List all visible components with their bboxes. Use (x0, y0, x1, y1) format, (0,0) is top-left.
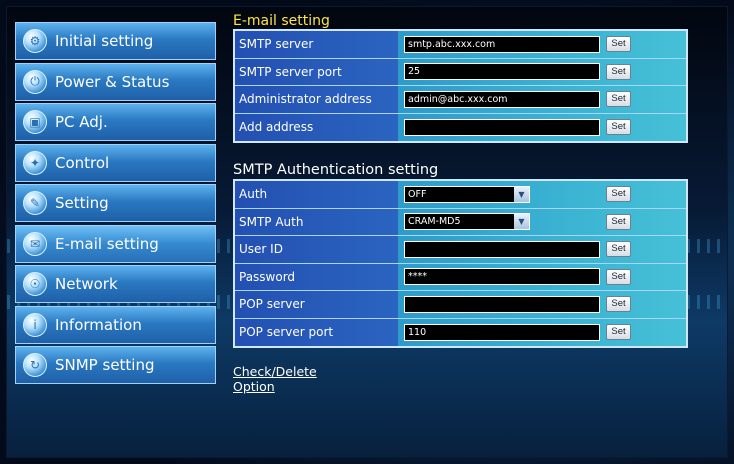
control-icon: ✦ (23, 150, 47, 175)
table-row: SMTP Auth CRAM-MD5 ▼ Set (235, 208, 686, 236)
sidebar-item-label: Power & Status (55, 72, 170, 91)
chevron-down-icon[interactable]: ▼ (514, 214, 529, 230)
pop-server-set-button[interactable]: Set (606, 296, 631, 313)
email-settings-table: SMTP server Set SMTP server port Set Adm… (233, 29, 688, 143)
auth-select-value: OFF (408, 188, 427, 200)
smtp-server-label: SMTP server (235, 31, 398, 58)
setting-icon: ✎ (23, 191, 47, 215)
password-set-button[interactable]: Set (606, 268, 631, 285)
add-address-set-button[interactable]: Set (606, 119, 631, 136)
smtp-auth-table: Auth OFF ▼ Set SMTP Auth CRAM-MD5 ▼ Set … (233, 179, 688, 348)
field-cell (398, 318, 686, 346)
sidebar-item-label: E-mail setting (55, 234, 159, 253)
pop-server-label: POP server (235, 291, 398, 318)
email-icon: ✉ (23, 231, 47, 256)
password-input[interactable] (404, 268, 600, 286)
pop-server-port-input[interactable] (404, 323, 600, 341)
footer-links: Check/Delete Option (233, 364, 688, 394)
snmp-icon: ↻ (23, 353, 47, 377)
sidebar-item-label: Initial setting (55, 32, 154, 50)
table-row: SMTP server Set (235, 31, 686, 59)
network-icon: ☉ (23, 272, 47, 296)
user-id-label: User ID (235, 236, 398, 263)
sidebar-item-power-status[interactable]: ⏻ Power & Status (15, 62, 216, 101)
sidebar-item-initial-setting[interactable]: ⚙ Initial setting (15, 22, 216, 60)
smtp-auth-label: SMTP Auth (235, 208, 398, 235)
chevron-down-icon[interactable]: ▼ (514, 186, 529, 202)
user-id-set-button[interactable]: Set (606, 241, 631, 258)
field-cell: CRAM-MD5 ▼ (398, 208, 686, 235)
sidebar-nav: ⚙ Initial setting ⏻ Power & Status ▣ PC … (15, 22, 216, 387)
field-cell (398, 31, 686, 58)
smtp-auth-select[interactable]: CRAM-MD5 ▼ (404, 213, 530, 231)
sidebar-item-label: Setting (55, 194, 109, 212)
main-panel: E-mail setting SMTP server Set SMTP serv… (233, 13, 688, 394)
field-cell (398, 86, 686, 113)
add-address-label: Add address (235, 113, 398, 141)
field-cell (398, 291, 686, 318)
pop-server-input[interactable] (404, 295, 600, 313)
administrator-address-label: Administrator address (235, 86, 398, 113)
field-cell: OFF ▼ (398, 181, 686, 208)
auth-select[interactable]: OFF ▼ (404, 185, 530, 203)
check-delete-link[interactable]: Check/Delete (233, 364, 688, 379)
sidebar-item-control[interactable]: ✦ Control (15, 143, 216, 182)
sidebar-item-label: SNMP setting (55, 356, 155, 374)
smtp-server-set-button[interactable]: Set (606, 36, 631, 53)
table-row: Add address Set (235, 113, 686, 141)
add-address-input[interactable] (404, 118, 600, 136)
email-section-title: E-mail setting (233, 13, 330, 29)
field-cell (398, 113, 686, 141)
field-cell (398, 58, 686, 85)
smtp-server-input[interactable] (404, 35, 600, 53)
table-row: User ID Set (235, 236, 686, 264)
smtp-server-port-label: SMTP server port (235, 58, 398, 85)
auth-set-button[interactable]: Set (606, 186, 631, 203)
password-label: Password (235, 263, 398, 290)
field-cell (398, 263, 686, 290)
sidebar-item-label: Network (55, 275, 118, 293)
smtp-auth-section-title: SMTP Authentication setting (233, 162, 439, 178)
sidebar-item-information[interactable]: i Information (15, 305, 216, 344)
option-link[interactable]: Option (233, 379, 688, 394)
smtp-auth-set-button[interactable]: Set (606, 213, 631, 230)
pop-server-port-set-button[interactable]: Set (606, 324, 631, 341)
power-status-icon: ⏻ (23, 69, 47, 94)
table-row: SMTP server port Set (235, 58, 686, 86)
sidebar-item-email-setting[interactable]: ✉ E-mail setting (15, 224, 216, 263)
sidebar-item-label: PC Adj. (55, 113, 108, 131)
table-row: Password Set (235, 263, 686, 291)
auth-label: Auth (235, 181, 398, 208)
sidebar-item-label: Information (55, 315, 142, 334)
smtp-auth-select-value: CRAM-MD5 (408, 216, 461, 228)
administrator-address-input[interactable] (404, 90, 600, 108)
pc-adj-icon: ▣ (23, 110, 47, 134)
sidebar-item-pc-adj[interactable]: ▣ PC Adj. (15, 103, 216, 141)
smtp-server-port-set-button[interactable]: Set (606, 63, 631, 80)
sidebar-item-setting[interactable]: ✎ Setting (15, 184, 216, 222)
sidebar-item-label: Control (55, 153, 110, 172)
field-cell (398, 236, 686, 263)
sidebar-item-network[interactable]: ☉ Network (15, 265, 216, 303)
sidebar-item-snmp-setting[interactable]: ↻ SNMP setting (15, 346, 216, 384)
information-icon: i (23, 312, 47, 337)
table-row: POP server Set (235, 291, 686, 319)
user-id-input[interactable] (404, 240, 600, 258)
pop-server-port-label: POP server port (235, 318, 398, 346)
administrator-address-set-button[interactable]: Set (606, 91, 631, 108)
table-row: Auth OFF ▼ Set (235, 181, 686, 209)
smtp-server-port-input[interactable] (404, 63, 600, 81)
table-row: Administrator address Set (235, 86, 686, 114)
initial-setting-icon: ⚙ (23, 29, 47, 53)
table-row: POP server port Set (235, 318, 686, 346)
